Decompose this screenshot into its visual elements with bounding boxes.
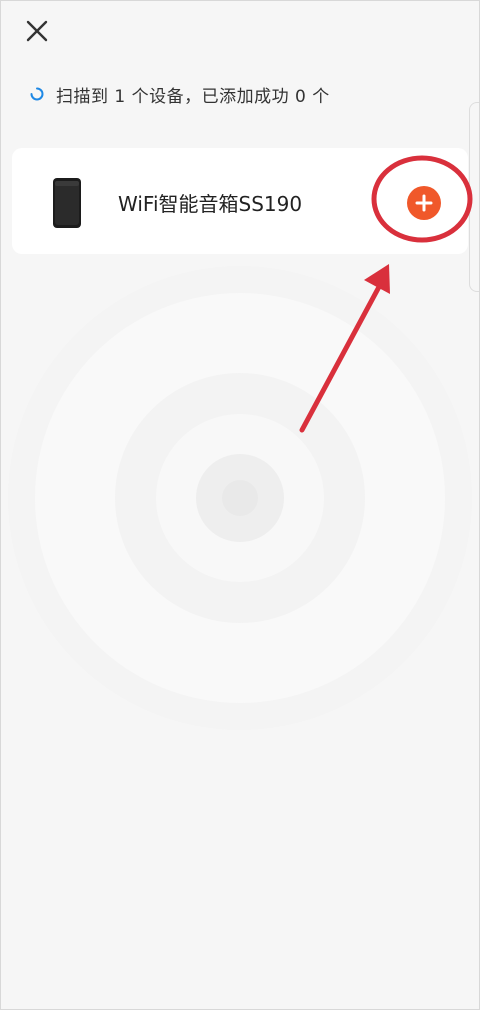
pointer-arrow <box>299 264 390 433</box>
scan-status-text: 扫描到 1 个设备，已添加成功 0 个 <box>56 86 330 107</box>
device-name: WiFi智能音箱SS190 <box>118 192 303 216</box>
add-device-button[interactable] <box>407 186 441 220</box>
add-circle-icon <box>415 194 433 212</box>
loading-spinner-icon <box>30 87 44 101</box>
device-list-item[interactable]: WiFi智能音箱SS190 <box>12 148 468 254</box>
side-pull-tab[interactable] <box>469 102 480 292</box>
close-icon <box>26 20 48 42</box>
smart-speaker-icon <box>53 178 81 228</box>
close-button[interactable] <box>22 16 52 46</box>
scan-status: 扫描到 1 个设备，已添加成功 0 个 <box>30 80 330 108</box>
